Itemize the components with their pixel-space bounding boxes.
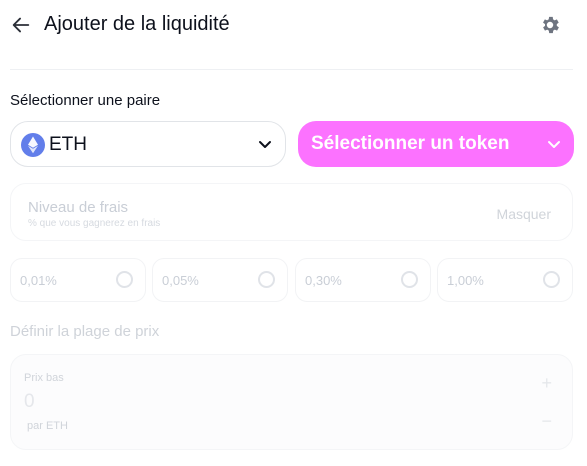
chevron-down-icon (548, 141, 560, 148)
gear-icon[interactable] (539, 14, 561, 36)
header-divider (10, 69, 573, 70)
fee-tier-label: 1,00% (447, 273, 484, 288)
fee-tier-option[interactable]: 0,01% (10, 258, 146, 302)
fee-tier-panel: Niveau de frais % que vous gagnerez en f… (10, 183, 573, 241)
decrement-button[interactable]: − (541, 411, 552, 432)
fee-tier-label: 0,01% (20, 273, 57, 288)
radio-button[interactable] (116, 271, 133, 288)
token-a-symbol: ETH (49, 134, 87, 155)
fee-tier-option[interactable]: 0,05% (152, 258, 288, 302)
low-price-input[interactable]: 0 (24, 391, 35, 413)
low-price-label: Prix bas (24, 372, 64, 384)
low-price-input-panel: Prix bas 0 par ETH + − (10, 354, 573, 450)
page-header: Ajouter de la liquidité (0, 0, 587, 52)
arrow-left-icon[interactable] (10, 14, 32, 36)
fee-tier-option[interactable]: 0,30% (295, 258, 431, 302)
radio-button[interactable] (401, 271, 418, 288)
select-token-button[interactable]: Sélectionner un token (298, 121, 574, 167)
fee-tier-option[interactable]: 1,00% (437, 258, 573, 302)
radio-button[interactable] (258, 271, 275, 288)
fee-tier-label: 0,05% (162, 273, 199, 288)
increment-button[interactable]: + (541, 373, 552, 394)
hide-fee-tiers-button[interactable]: Masquer (497, 206, 551, 222)
token-a-selector[interactable]: ETH (10, 121, 286, 167)
select-token-label: Sélectionner un token (311, 133, 510, 154)
low-price-unit: par ETH (27, 420, 68, 432)
page-title: Ajouter de la liquidité (44, 13, 230, 35)
fee-tier-label: 0,30% (305, 273, 342, 288)
chevron-down-icon (259, 141, 271, 148)
fee-tier-subtitle: % que vous gagnerez en frais (28, 218, 161, 229)
ethereum-icon (21, 133, 45, 157)
fee-tier-title: Niveau de frais (28, 199, 129, 216)
select-pair-label: Sélectionner une paire (10, 92, 161, 109)
radio-button[interactable] (543, 271, 560, 288)
price-range-label: Définir la plage de prix (10, 323, 160, 340)
